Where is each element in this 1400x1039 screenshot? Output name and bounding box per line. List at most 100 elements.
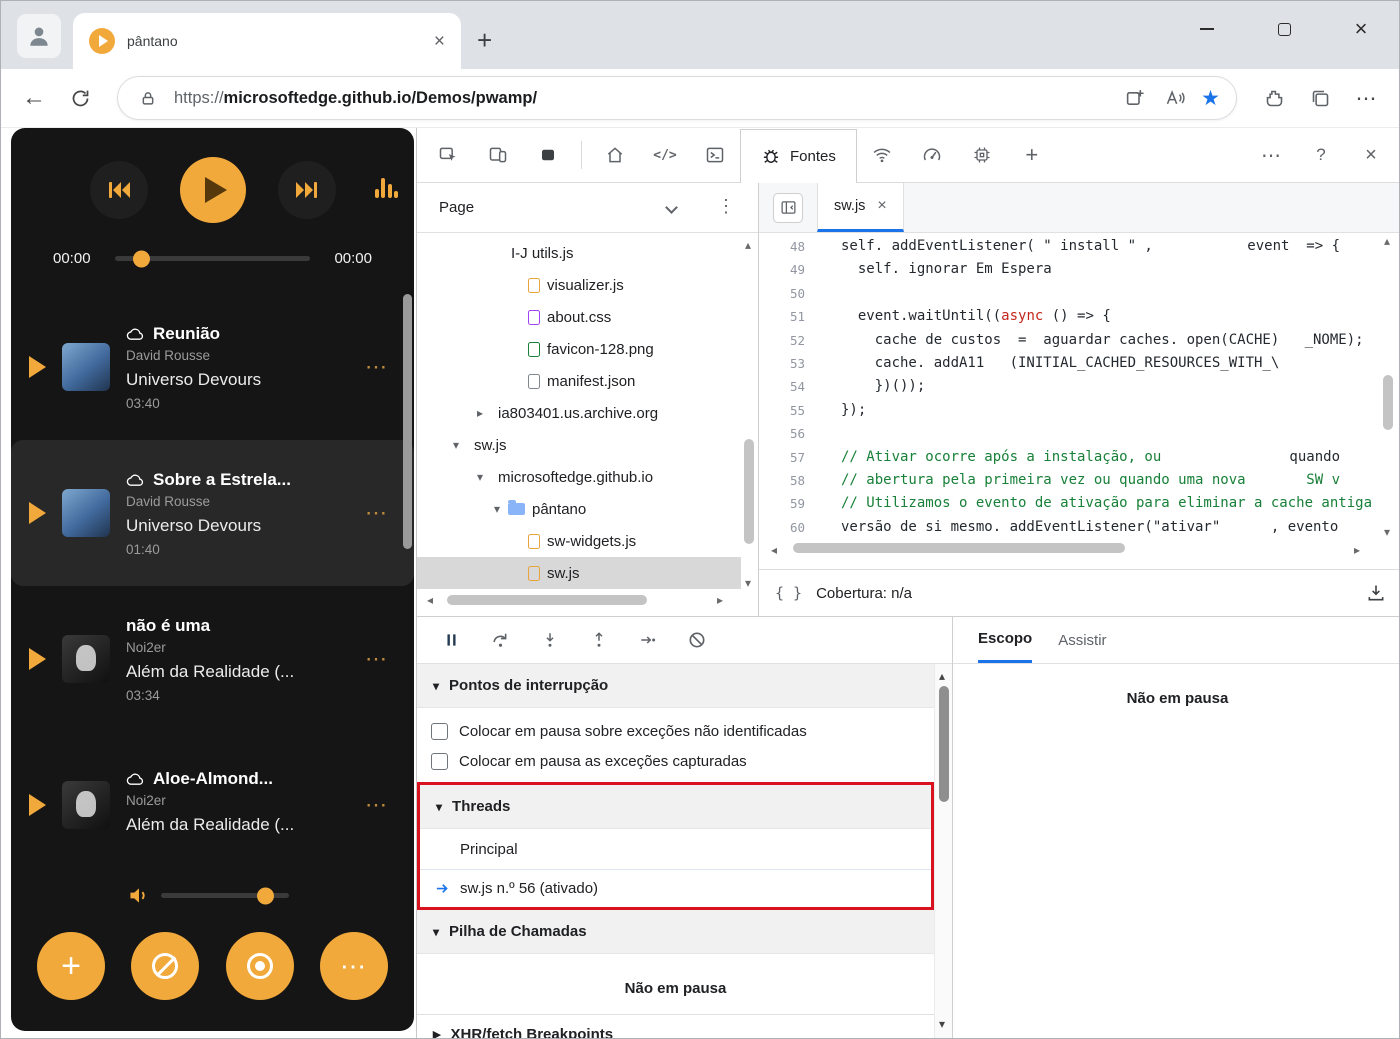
clear-playlist-button[interactable] [131,932,200,1000]
line-number[interactable]: 49 [759,258,821,281]
checkbox[interactable] [431,752,448,770]
next-track-button[interactable] [277,161,336,219]
xhr-breakpoints-section[interactable]: ▸ XHR/fetch Breakpoints [417,1014,934,1038]
line-number[interactable]: 56 [759,422,821,445]
tree-expand-arrow[interactable]: ▾ [473,470,487,484]
song-play-button[interactable] [29,794,46,816]
pretty-print-icon[interactable]: { } [775,584,802,602]
navigator-vertical-scrollbar[interactable]: ▴ ▾ [742,239,756,589]
file-tree-row[interactable]: ▾ pântano [417,493,741,525]
line-number[interactable]: 55 [759,399,821,422]
step-into-icon[interactable] [525,620,574,660]
step-over-icon[interactable] [476,620,525,660]
refresh-button[interactable] [65,88,95,109]
console-tab-icon[interactable] [690,135,740,175]
tab-close-icon[interactable]: × [434,32,445,51]
chevron-down-icon[interactable] [665,201,678,214]
deactivate-breakpoints-icon[interactable] [672,620,721,660]
volume-track[interactable] [161,887,289,904]
file-tree-row[interactable]: ▾ sw.js [417,429,741,461]
file-tree-row[interactable]: I-J utils.js [417,237,741,269]
close-window-button[interactable]: × [1345,18,1377,40]
tree-expand-arrow[interactable]: ▾ [490,502,504,516]
memory-tab-icon[interactable] [957,135,1007,175]
site-info-lock-icon[interactable] [134,90,162,107]
line-number[interactable]: 48 [759,235,821,258]
collections-icon[interactable] [1305,88,1335,109]
file-tree-row[interactable]: favicon-128.png [417,333,741,365]
url-text[interactable]: https://microsoftedge.github.io/Demos/pw… [174,89,1109,108]
device-emulation-icon[interactable] [473,135,523,175]
line-number[interactable]: 50 [759,282,821,305]
song-menu-button[interactable]: ⋯ [365,792,388,818]
elements-tab-icon[interactable]: </> [640,135,690,175]
tab-escopo[interactable]: Escopo [978,617,1033,663]
devtools-menu-button[interactable]: ⋯ [1246,135,1296,175]
browser-menu-button[interactable]: ⋯ [1351,86,1381,111]
navigator-menu-icon[interactable]: ⋮ [717,196,735,217]
play-button[interactable] [179,157,246,223]
editor-tab-swjs[interactable]: sw.js × [817,183,904,232]
file-tree-row[interactable]: ▸ ia803401.us.archive.org [417,397,741,429]
visualizer-icon[interactable] [374,176,398,198]
inspect-element-icon[interactable] [423,135,473,175]
song-row[interactable]: não é uma Noi2er Além da Realidade (... … [11,586,414,732]
file-tree-row[interactable]: visualizer.js [417,269,741,301]
devtools-close-button[interactable]: × [1346,135,1396,175]
step-out-icon[interactable] [574,620,623,660]
navigator-horizontal-scrollbar[interactable]: ◂ ▸ [417,592,741,608]
debugger-vertical-scrollbar[interactable]: ▴ ▾ [934,664,952,1038]
playlist-scrollbar[interactable] [403,294,412,674]
song-menu-button[interactable]: ⋯ [365,354,388,380]
file-tree-row[interactable]: manifest.json [417,365,741,397]
song-play-button[interactable] [29,648,46,670]
line-number[interactable]: 60 [759,516,821,538]
breakpoint-option-row[interactable]: Colocar em pausa sobre exceções não iden… [417,716,934,746]
address-bar[interactable]: https://microsoftedge.github.io/Demos/pw… [117,76,1237,120]
tree-expand-arrow[interactable]: ▸ [473,406,487,420]
file-tree-row[interactable]: sw-widgets.js [417,525,741,557]
song-row[interactable]: Aloe-Almond... Noi2er Além da Realidade … [11,732,414,878]
split-screen-icon[interactable] [1121,88,1149,109]
maximize-button[interactable] [1268,22,1300,36]
callstack-section-header[interactable]: ▾ Pilha de Chamadas [417,910,934,954]
add-songs-button[interactable]: + [37,932,105,1000]
welcome-tab-icon[interactable] [590,135,640,175]
extensions-icon[interactable] [1259,88,1289,109]
line-number[interactable]: 51 [759,305,821,328]
song-row[interactable]: Sobre a Estrela... David Rousse Universo… [11,440,414,586]
favorite-star-icon[interactable]: ★ [1201,88,1220,109]
breakpoint-option-row[interactable]: Colocar em pausa as exceções capturadas [417,746,934,776]
file-tree-row[interactable]: sw.js [417,557,741,589]
performance-tab-icon[interactable] [907,135,957,175]
code-editor[interactable]: 48 self. addEventListener( " install " ,… [759,235,1374,538]
collapse-navigator-icon[interactable] [773,192,803,223]
editor-tab-close-icon[interactable]: × [877,198,886,214]
minimize-button[interactable] [1191,28,1223,30]
line-number[interactable]: 52 [759,329,821,352]
tab-fontes[interactable]: Fontes [740,128,857,183]
progress-track[interactable] [115,250,310,267]
song-row[interactable]: Reunião David Rousse Universo Devours 03… [11,294,414,440]
progress-handle[interactable] [133,250,150,267]
more-tools-button[interactable]: + [1007,135,1057,175]
tab-assistir[interactable]: Assistir [1058,617,1106,663]
tree-expand-arrow[interactable]: ▾ [449,438,463,452]
breakpoints-section-header[interactable]: ▾ Pontos de interrupção [417,664,934,708]
thread-row[interactable]: sw.js n.º 56 (ativado) [420,869,931,907]
threads-section-header[interactable]: ▾ Threads [420,785,931,829]
download-icon[interactable] [1366,583,1386,603]
volume-handle[interactable] [257,887,274,904]
previous-track-button[interactable] [89,161,148,219]
song-play-button[interactable] [29,356,46,378]
read-aloud-icon[interactable] [1161,88,1189,108]
player-more-button[interactable]: ⋯ [319,932,388,1000]
line-number[interactable]: 58 [759,469,821,492]
editor-vertical-scrollbar[interactable]: ▴ ▾ [1380,235,1396,538]
song-menu-button[interactable]: ⋯ [365,500,388,526]
editor-horizontal-scrollbar[interactable]: ◂ ▸ [759,541,1374,559]
pause-script-icon[interactable] [427,620,476,660]
line-number[interactable]: 57 [759,446,821,469]
song-menu-button[interactable]: ⋯ [365,646,388,672]
new-tab-button[interactable]: + [477,27,492,53]
